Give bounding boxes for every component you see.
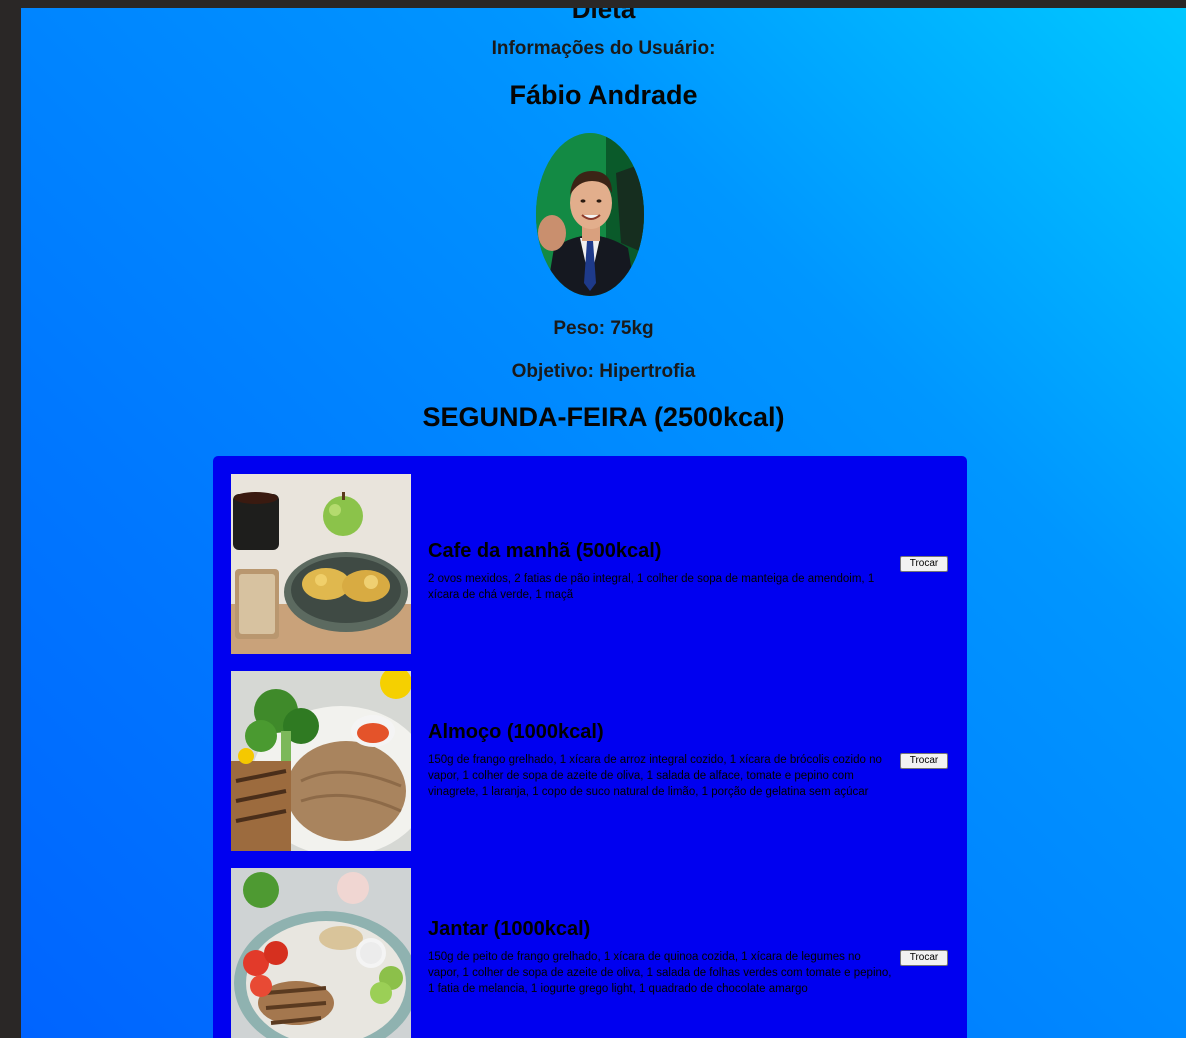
swap-lunch-button[interactable]: Trocar — [900, 753, 948, 769]
lunch-text: Almoço (1000kcal) 150g de frango grelhad… — [428, 721, 894, 800]
avatar — [536, 133, 644, 296]
dinner-text: Jantar (1000kcal) 150g de peito de frang… — [428, 918, 894, 997]
meal-title: Cafe da manhã (500kcal) — [428, 540, 662, 562]
meal-description: 150g de peito de frango grelhado, 1 xíca… — [428, 951, 892, 995]
meal-title: Jantar (1000kcal) — [428, 918, 591, 940]
meals-panel: Cafe da manhã (500kcal) 2 ovos mexidos, … — [213, 456, 967, 1038]
window-top-edge — [0, 0, 1186, 8]
avatar-photo — [536, 133, 644, 296]
user-info-heading: Informações do Usuário: — [491, 38, 716, 59]
page-background: Dieta Informações do Usuário: Fábio Andr… — [21, 8, 1186, 1038]
swap-breakfast-button[interactable]: Trocar — [900, 556, 948, 572]
swap-dinner-button[interactable]: Trocar — [900, 950, 948, 966]
user-goal: Objetivo: Hipertrofia — [511, 361, 696, 382]
meal-card-dinner: Jantar (1000kcal) 150g de peito de frang… — [231, 868, 951, 1038]
lunch-image — [231, 671, 411, 851]
meal-description: 2 ovos mexidos, 2 fatias de pão integral… — [428, 573, 875, 601]
meal-card-lunch: Almoço (1000kcal) 150g de frango grelhad… — [231, 671, 951, 851]
page-title: Dieta — [571, 8, 636, 24]
user-name: Fábio Andrade — [509, 80, 698, 110]
meal-title: Almoço (1000kcal) — [428, 721, 604, 743]
user-weight: Peso: 75kg — [553, 318, 654, 339]
window-left-edge — [0, 0, 21, 1038]
breakfast-image — [231, 474, 411, 654]
dinner-image — [231, 868, 411, 1038]
breakfast-text: Cafe da manhã (500kcal) 2 ovos mexidos, … — [428, 540, 894, 603]
day-title: SEGUNDA-FEIRA (2500kcal) — [422, 402, 785, 432]
meal-card-breakfast: Cafe da manhã (500kcal) 2 ovos mexidos, … — [231, 474, 951, 654]
meal-description: 150g de frango grelhado, 1 xícara de arr… — [428, 754, 882, 798]
